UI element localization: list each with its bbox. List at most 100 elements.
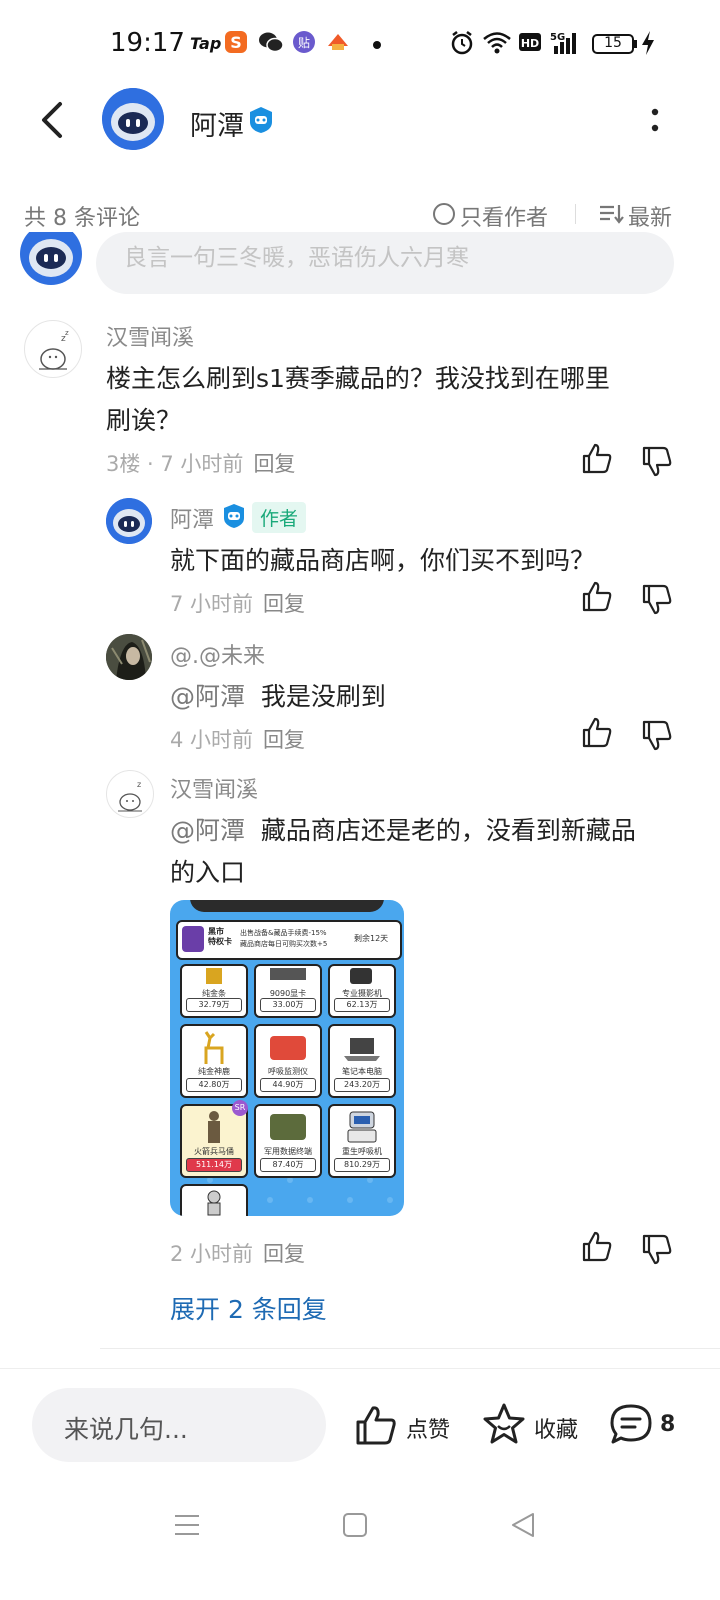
reply-button[interactable]: 回复 <box>263 728 305 752</box>
thumb-up-icon <box>582 443 612 474</box>
comment-input[interactable]: 来说几句... <box>32 1388 326 1462</box>
graphics-card-icon <box>270 968 306 980</box>
sort-latest-label[interactable]: 最新 <box>628 200 672 232</box>
reply-name[interactable]: 阿潭 <box>170 502 214 534</box>
reply-time: 7 小时前 <box>170 592 254 616</box>
monitor-device-icon <box>270 1036 306 1060</box>
thumb-down-icon <box>642 446 672 477</box>
reply-text: 就下面的藏品商店啊，你们买不到吗？ <box>170 546 596 575</box>
mention-link[interactable]: @阿潭 <box>170 816 245 845</box>
banner-desc-1: 出售战备&藏品手续费-15% <box>240 929 327 937</box>
dislike-button[interactable] <box>640 718 674 752</box>
home-square-icon <box>343 1513 367 1537</box>
game-icon <box>326 30 350 54</box>
reply-text: @阿潭 我是没刷到 <box>170 676 386 718</box>
back-button[interactable] <box>34 98 68 142</box>
thumb-down-icon <box>642 1234 672 1265</box>
privilege-card-banner: 黑市 特权卡 出售战备&藏品手续费-15% 藏品商店每日可购买次数+5 剩余12… <box>176 920 402 960</box>
item-price: 44.90万 <box>260 1078 316 1092</box>
quoted-comment-text: 良言一句三冬暖，恶语伤人六月寒 <box>124 245 469 271</box>
back-triangle-icon <box>512 1513 534 1537</box>
only-author-circle-icon[interactable] <box>432 202 456 226</box>
back-nav-button[interactable] <box>508 1510 538 1540</box>
reply-time: 4 小时前 <box>170 728 254 752</box>
hd-icon: HD <box>518 30 542 54</box>
robot-figure-icon <box>207 1190 221 1216</box>
reply-time: 2 小时前 <box>170 1242 254 1266</box>
filter-separator <box>575 204 576 224</box>
svg-text:5G: 5G <box>550 32 565 43</box>
wechat-icon <box>258 30 284 54</box>
comment-bubble-icon <box>610 1404 652 1444</box>
home-nav-button[interactable] <box>340 1510 370 1540</box>
item-price: 32.79万 <box>186 998 242 1012</box>
charging-icon <box>640 30 656 56</box>
like-label[interactable]: 点赞 <box>406 1412 450 1444</box>
reply-meta: 2 小时前 回复 <box>170 1238 305 1268</box>
battery-level: 15 <box>604 35 622 51</box>
image-top-bar <box>190 900 384 912</box>
item-card: 笔记本电脑 243.20万 <box>328 1024 396 1098</box>
item-card: 呼吸监测仪 44.90万 <box>254 1024 322 1098</box>
attached-image[interactable]: 黑市 特权卡 出售战备&藏品手续费-15% 藏品商店每日可购买次数+5 剩余12… <box>170 900 404 1216</box>
item-price: 87.40万 <box>260 1158 316 1172</box>
data-terminal-icon <box>270 1114 306 1140</box>
dislike-button[interactable] <box>640 1232 674 1266</box>
golden-deer-icon <box>204 1031 224 1064</box>
like-button[interactable] <box>580 442 614 476</box>
item-name: 笔记本电脑 <box>342 1067 382 1076</box>
dislike-button[interactable] <box>640 444 674 478</box>
sort-lines-icon[interactable] <box>598 202 624 226</box>
favorite-label[interactable]: 收藏 <box>534 1412 578 1444</box>
reply-author-avatar[interactable] <box>106 498 152 544</box>
hat-icon <box>182 926 204 952</box>
like-button[interactable] <box>580 580 614 614</box>
dislike-button[interactable] <box>640 582 674 616</box>
reply-button[interactable]: 回复 <box>263 1242 305 1266</box>
commenter-name[interactable]: 汉雪闻溪 <box>106 320 194 352</box>
comment-meta: 3楼 · 7 小时前 回复 <box>106 448 295 478</box>
menu-nav-button[interactable] <box>172 1510 202 1540</box>
system-nav-bar <box>0 1486 720 1600</box>
reply-user-avatar[interactable] <box>106 634 152 680</box>
banner-desc-2: 藏品商店每日可购买次数+5 <box>240 940 328 948</box>
camera-icon <box>350 968 372 984</box>
reply-user-avatar[interactable]: z <box>106 770 154 818</box>
thumb-down-icon <box>642 720 672 751</box>
like-button[interactable] <box>580 1230 614 1264</box>
reply-text-line1: @阿潭 藏品商店还是老的，没看到新藏品 <box>170 810 636 852</box>
reply-body: 藏品商店还是老的，没看到新藏品 <box>260 816 636 845</box>
ventilator-icon <box>347 1111 377 1143</box>
thumb-down-icon <box>642 584 672 615</box>
svg-text:HD: HD <box>521 37 539 50</box>
author-avatar[interactable] <box>102 88 164 150</box>
thumb-up-icon <box>582 581 612 612</box>
item-name: 呼吸监测仪 <box>268 1067 308 1076</box>
battery-icon: 15 <box>592 33 640 55</box>
reply-meta: 4 小时前 回复 <box>170 724 305 754</box>
reply-button[interactable]: 回复 <box>253 452 295 476</box>
item-card: 9090显卡 33.00万 <box>254 964 322 1018</box>
like-button[interactable] <box>580 716 614 750</box>
more-vertical-icon <box>651 108 659 132</box>
favorite-button[interactable] <box>482 1402 526 1446</box>
terracotta-warrior-icon <box>208 1111 220 1143</box>
mention-link[interactable]: @阿潭 <box>170 682 245 711</box>
more-options-button[interactable] <box>644 104 666 136</box>
item-name: 纯金神鹿 <box>198 1067 230 1076</box>
thumb-up-icon <box>356 1406 396 1445</box>
commenter-avatar[interactable]: zz <box>24 320 82 378</box>
item-card: 纯金条 32.79万 <box>180 964 248 1018</box>
comments-button[interactable] <box>608 1402 654 1446</box>
banner-title: 黑市 特权卡 <box>208 927 232 946</box>
reply-name[interactable]: @.@未来 <box>170 638 265 670</box>
like-post-button[interactable] <box>354 1404 398 1446</box>
only-author-label[interactable]: 只看作者 <box>460 200 548 232</box>
reply-name[interactable]: 汉雪闻溪 <box>170 772 258 804</box>
item-card: 重生呼吸机 810.29万 <box>328 1104 396 1178</box>
expand-replies-link[interactable]: 展开 2 条回复 <box>170 1290 327 1326</box>
item-name: 军用数据终端 <box>264 1147 312 1156</box>
item-price: 62.13万 <box>334 998 390 1012</box>
item-card: 军用数据终端 87.40万 <box>254 1104 322 1178</box>
reply-button[interactable]: 回复 <box>263 592 305 616</box>
